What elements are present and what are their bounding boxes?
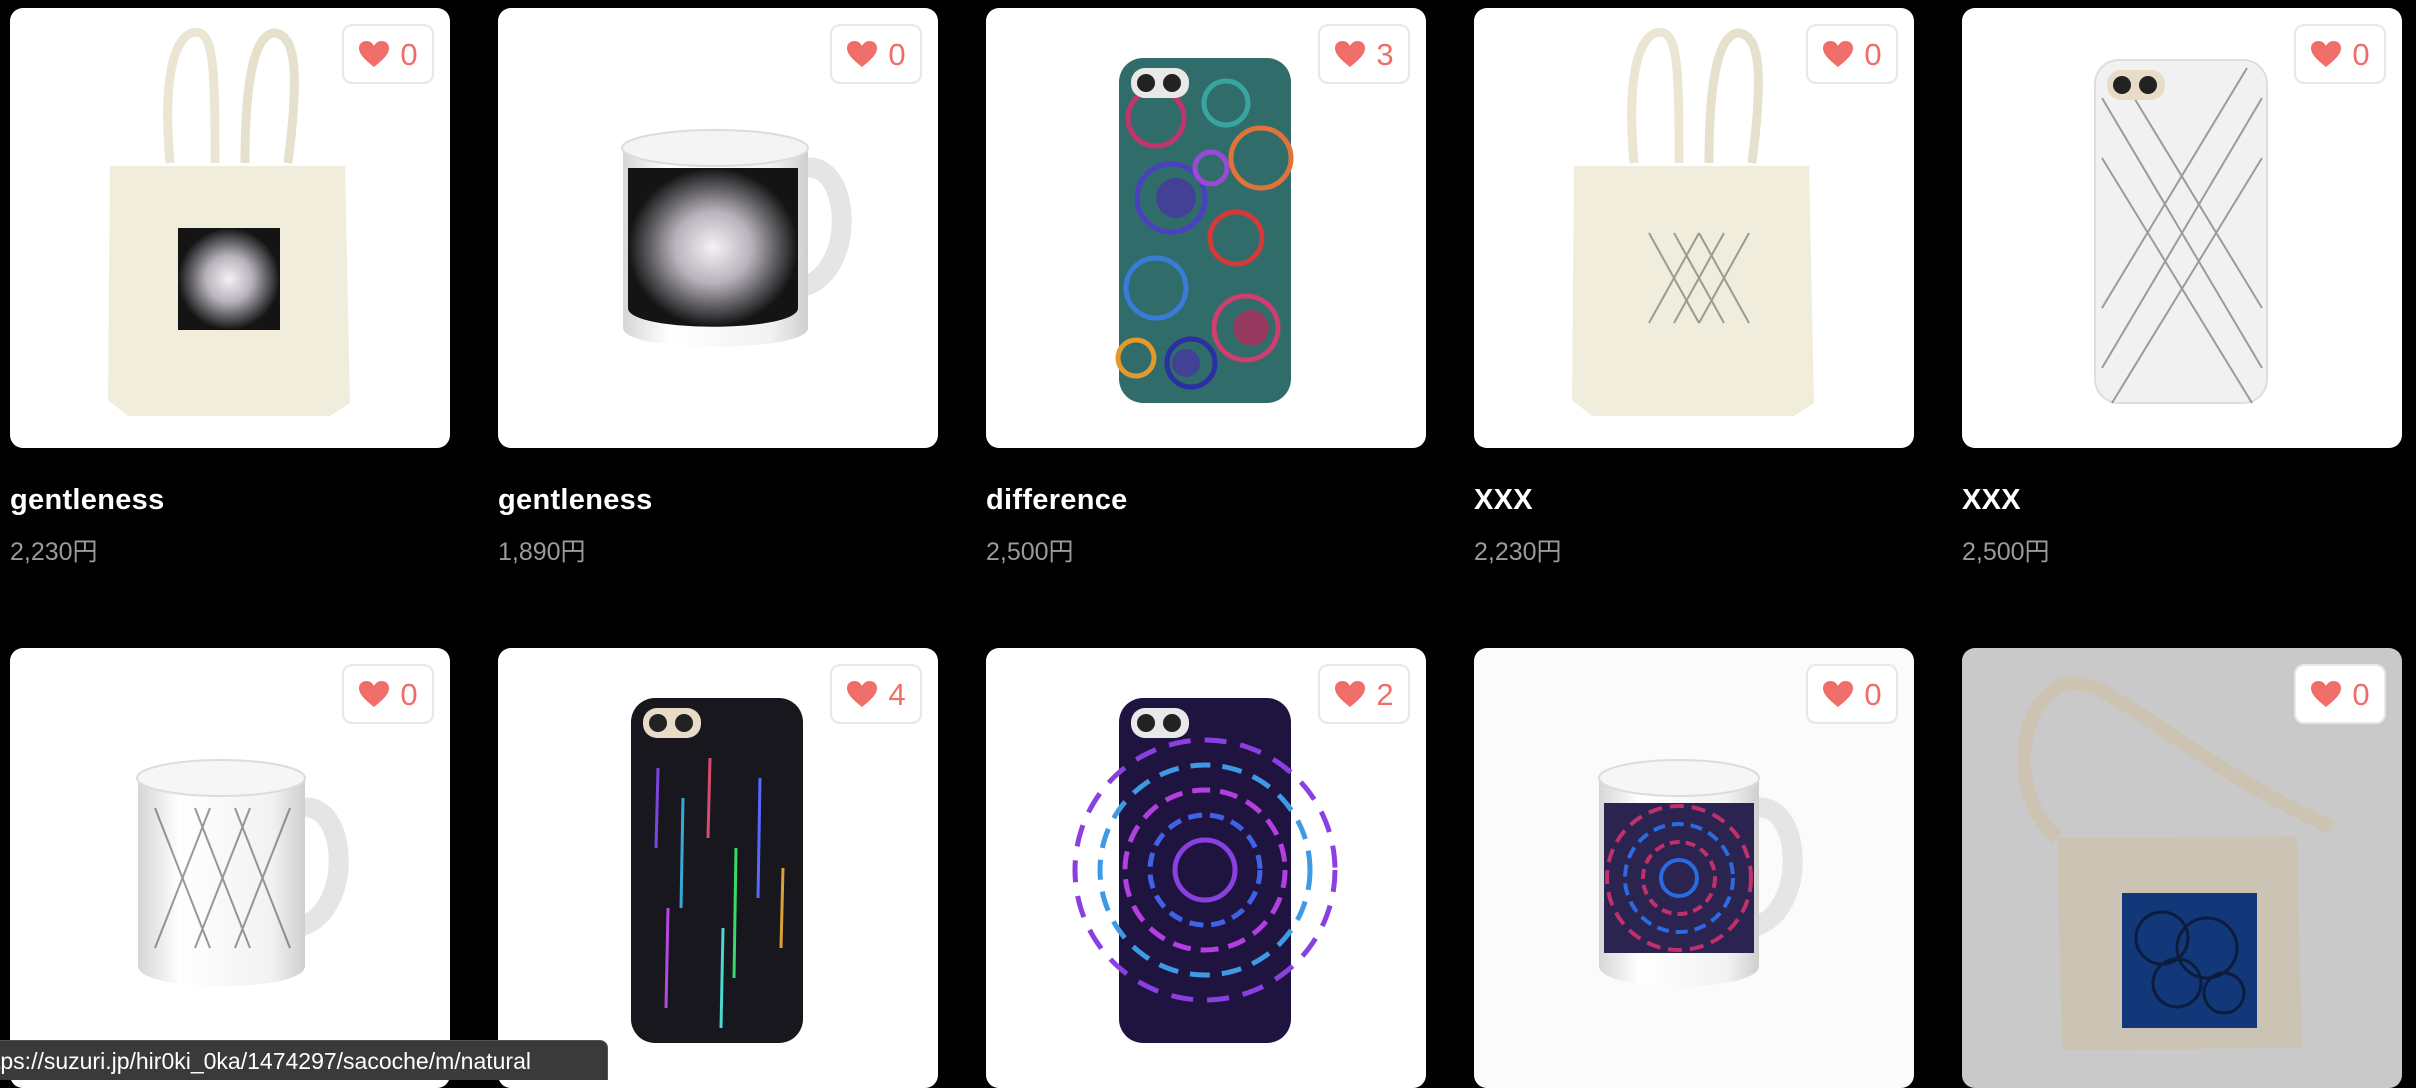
heart-icon	[846, 680, 878, 708]
product-price: 1,890円	[498, 538, 586, 566]
heart-icon	[1334, 40, 1366, 68]
heart-icon	[1822, 40, 1854, 68]
product-image[interactable]: 3	[986, 8, 1426, 448]
product-price: 2,500円	[986, 538, 1074, 566]
like-count: 0	[2352, 36, 2370, 72]
product-image[interactable]: 0	[10, 648, 450, 1088]
like-count: 0	[400, 36, 418, 72]
product-price: 2,500円	[1962, 538, 2050, 566]
product-title[interactable]: XXX	[1962, 484, 2021, 517]
product-image[interactable]: 0	[10, 8, 450, 448]
product-image[interactable]: 0	[1962, 648, 2402, 1088]
product-card[interactable]: 0 gentleness 1,890円	[498, 8, 938, 568]
product-title[interactable]: XXX	[1474, 484, 1533, 517]
product-image[interactable]: 0	[498, 8, 938, 448]
like-button[interactable]: 0	[830, 24, 922, 84]
product-image[interactable]: 0	[1474, 8, 1914, 448]
product-image[interactable]: 0	[1962, 8, 2402, 448]
like-count: 0	[888, 36, 906, 72]
product-image[interactable]: 0	[1474, 648, 1914, 1088]
product-card[interactable]: 0 XXX 2,500円	[1962, 8, 2402, 568]
heart-icon	[358, 40, 390, 68]
product-card[interactable]: 2	[986, 648, 1426, 1088]
product-card[interactable]: 3 difference 2,500円	[986, 8, 1426, 568]
like-button[interactable]: 2	[1318, 664, 1410, 724]
link-status-bar: tps://suzuri.jp/hir0ki_0ka/1474297/sacoc…	[0, 1040, 608, 1080]
heart-icon	[1822, 680, 1854, 708]
like-button[interactable]: 0	[1806, 664, 1898, 724]
product-image[interactable]: 4	[498, 648, 938, 1088]
product-card[interactable]: 4	[498, 648, 938, 1088]
product-card[interactable]: 0 XXX 2,230円	[1474, 8, 1914, 568]
heart-icon	[2310, 40, 2342, 68]
heart-icon	[2310, 680, 2342, 708]
like-count: 0	[1864, 676, 1882, 712]
like-button[interactable]: 0	[342, 664, 434, 724]
like-count: 0	[400, 676, 418, 712]
product-grid: 0 gentleness 2,230円 0 gentleness 1,890円	[0, 0, 2416, 1088]
product-image[interactable]: 2	[986, 648, 1426, 1088]
product-card[interactable]: 0	[1962, 648, 2402, 1088]
product-price: 2,230円	[10, 538, 98, 566]
product-card[interactable]: 0	[10, 648, 450, 1088]
product-card[interactable]: 0 gentleness 2,230円	[10, 8, 450, 568]
like-button[interactable]: 0	[1806, 24, 1898, 84]
like-button[interactable]: 0	[342, 24, 434, 84]
like-button[interactable]: 3	[1318, 24, 1410, 84]
product-card[interactable]: 0	[1474, 648, 1914, 1088]
heart-icon	[358, 680, 390, 708]
like-button[interactable]: 0	[2294, 24, 2386, 84]
product-title[interactable]: difference	[986, 484, 1128, 517]
product-title[interactable]: gentleness	[10, 484, 165, 517]
heart-icon	[846, 40, 878, 68]
like-button[interactable]: 0	[2294, 664, 2386, 724]
like-button[interactable]: 4	[830, 664, 922, 724]
like-count: 0	[1864, 36, 1882, 72]
heart-icon	[1334, 680, 1366, 708]
product-title[interactable]: gentleness	[498, 484, 653, 517]
product-price: 2,230円	[1474, 538, 1562, 566]
like-count: 2	[1376, 676, 1394, 712]
like-count: 3	[1376, 36, 1394, 72]
like-count: 4	[888, 676, 906, 712]
like-count: 0	[2352, 676, 2370, 712]
